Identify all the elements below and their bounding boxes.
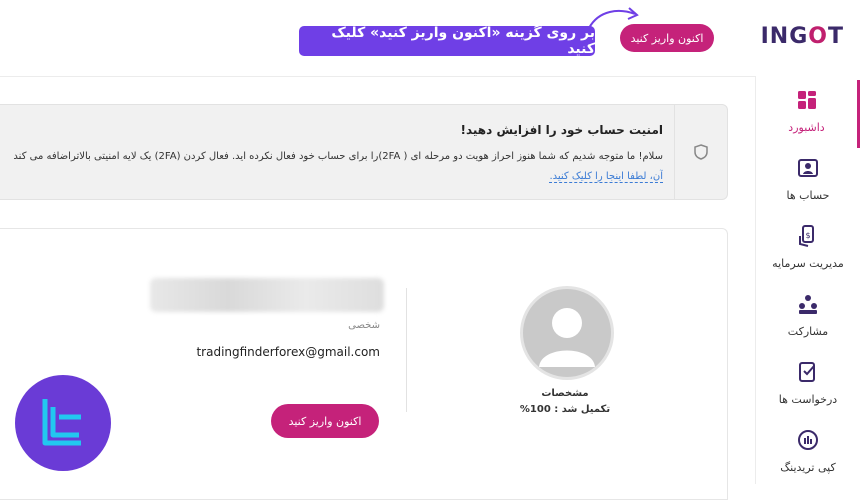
accounts-icon: [798, 159, 818, 177]
partnership-icon: [799, 295, 817, 314]
sidebar-item-money-management[interactable]: $ مدیریت سرمایه: [756, 216, 860, 284]
money-management-icon: $: [799, 225, 814, 247]
svg-text:$: $: [805, 231, 810, 240]
sidebar-item-accounts[interactable]: حساب ها: [756, 148, 860, 216]
sidebar-label: داشبورد: [788, 121, 825, 134]
security-alert: امنیت حساب خود را افزایش دهید! سلام! ما …: [0, 104, 728, 200]
blurred-username: [150, 278, 384, 312]
alert-body: سلام! ما متوجه شدیم که شما هنوز احراز هو…: [3, 147, 663, 187]
sidebar: داشبورد حساب ها $ مدیریت سرمایه مشارکت د…: [755, 76, 860, 484]
sidebar-label: مدیریت سرمایه: [772, 257, 844, 270]
sidebar-label: مشارکت: [787, 325, 829, 338]
logo-text-1: ING: [760, 24, 809, 49]
divider: [406, 288, 407, 412]
avatar: [520, 286, 614, 380]
deposit-now-main-button[interactable]: اکنون واریز کنید: [271, 404, 379, 438]
account-role: شخصی: [348, 320, 380, 331]
sidebar-item-requests[interactable]: درخواست ها: [756, 352, 860, 420]
sidebar-item-partnership[interactable]: مشارکت: [756, 284, 860, 352]
alert-body-line: سلام! ما متوجه شدیم که شما هنوز احراز هو…: [13, 151, 663, 162]
alert-title: امنیت حساب خود را افزایش دهید!: [460, 123, 663, 137]
ingot-logo[interactable]: INGOT: [761, 24, 844, 49]
logo-text-2: O: [808, 24, 828, 49]
arrow-icon: [588, 7, 639, 29]
sidebar-label: درخواست ها: [778, 393, 838, 406]
logo-text-3: T: [827, 24, 844, 49]
account-email: tradingfinderforex@gmail.com: [196, 345, 380, 359]
instruction-callout: بر روی گزینه «اکنون واریز کنید» کلیک کنی…: [299, 25, 595, 57]
enable-2fa-link[interactable]: آن، لطفا اینجا را کلیک کنید.: [549, 171, 663, 183]
profile-completion: تکمیل شد : 100%: [519, 404, 611, 415]
profile-title: مشخصات: [541, 388, 589, 399]
shield-icon: [674, 105, 727, 199]
sidebar-label: کپی تریدینگ: [780, 461, 836, 474]
brand-logo-badge: [15, 375, 111, 471]
top-bar: INGOT اکنون واریز کنید بر روی گزینه «اکن…: [0, 0, 860, 77]
sidebar-item-copy-trading[interactable]: کپی تریدینگ: [756, 420, 860, 488]
dashboard-icon: [797, 91, 816, 109]
requests-icon: [799, 362, 815, 382]
copy-trading-icon: [798, 430, 818, 450]
tradingfinder-logo-icon: [42, 399, 81, 446]
user-icon: [539, 308, 595, 367]
profile-card: [0, 228, 728, 500]
sidebar-label: حساب ها: [786, 189, 830, 202]
sidebar-item-dashboard[interactable]: داشبورد: [756, 80, 860, 148]
